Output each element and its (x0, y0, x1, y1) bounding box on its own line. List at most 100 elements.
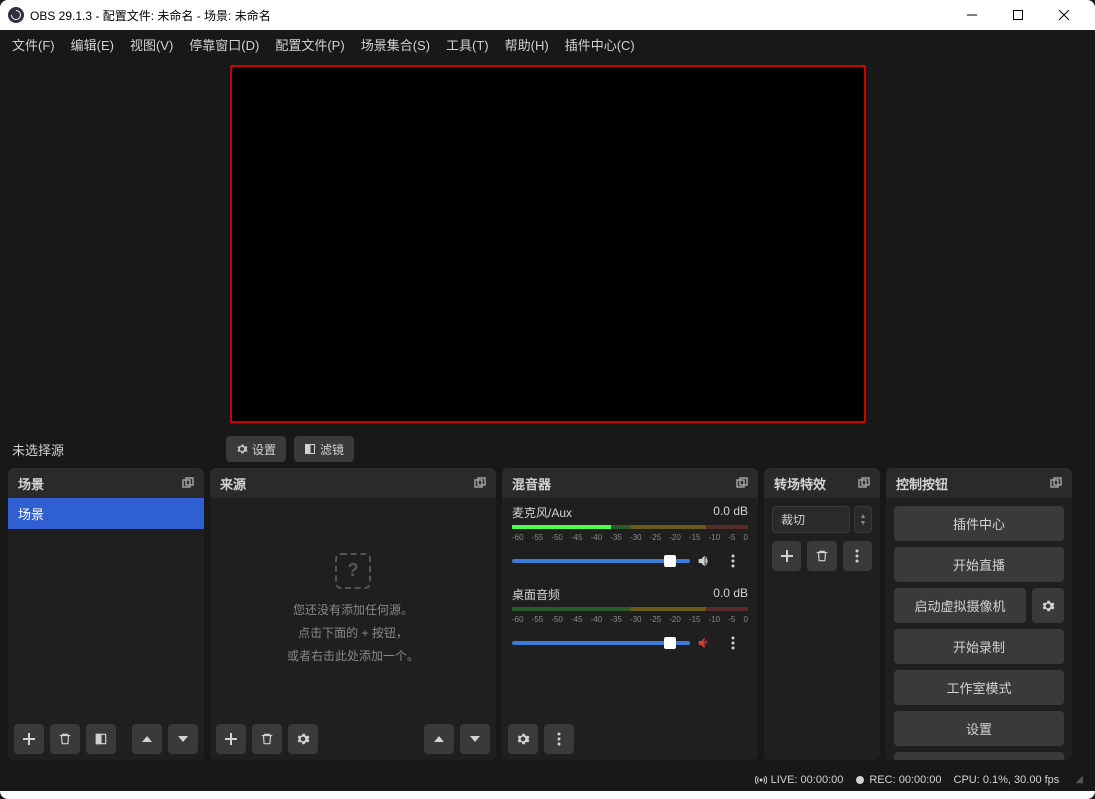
close-button[interactable] (1041, 0, 1087, 30)
menubar: 文件(F) 编辑(E) 视图(V) 停靠窗口(D) 配置文件(P) 场景集合(S… (0, 30, 1095, 58)
record-icon (855, 775, 865, 785)
source-properties-button[interactable] (288, 724, 318, 754)
sources-empty-line3: 或者右击此处添加一个。 (287, 647, 419, 664)
remove-source-button[interactable] (252, 724, 282, 754)
sources-title: 来源 (220, 474, 246, 493)
mixer-channel-menu-button[interactable] (718, 546, 748, 576)
dock-popout-icon[interactable] (1050, 477, 1062, 489)
transitions-dock: 转场特效 裁切 ▲▼ (764, 468, 880, 760)
source-settings-label: 设置 (252, 441, 276, 458)
volume-slider[interactable] (512, 641, 690, 645)
mixer-menu-button[interactable] (544, 724, 574, 754)
menu-view[interactable]: 视图(V) (122, 31, 181, 58)
dock-popout-icon[interactable] (474, 477, 486, 489)
mixer-scale: -60-55-50-45-40-35-30-25-20-15-10-50 (512, 533, 748, 542)
sources-empty-line2: 点击下面的 + 按钮， (298, 624, 408, 641)
obs-window: OBS 29.1.3 - 配置文件: 未命名 - 场景: 未命名 文件(F) 编… (0, 0, 1095, 799)
studio-mode-button[interactable]: 工作室模式 (894, 670, 1064, 705)
start-virtual-cam-button[interactable]: 启动虚拟摄像机 (894, 588, 1026, 623)
sources-empty-line1: 您还没有添加任何源。 (293, 601, 413, 618)
status-cpu: CPU: 0.1%, 30.00 fps (954, 774, 1060, 786)
settings-button[interactable]: 设置 (894, 711, 1064, 746)
scene-item[interactable]: 场景 (8, 498, 204, 529)
add-scene-button[interactable] (14, 724, 44, 754)
speaker-icon[interactable] (696, 553, 712, 569)
resize-grip-icon[interactable]: ◢ (1075, 774, 1083, 785)
transition-properties-button[interactable] (843, 541, 872, 571)
dock-popout-icon[interactable] (736, 477, 748, 489)
statusbar: LIVE: 00:00:00 REC: 00:00:00 CPU: 0.1%, … (0, 768, 1095, 791)
menu-tools[interactable]: 工具(T) (438, 31, 497, 58)
mixer-channel-name: 桌面音频 (512, 586, 560, 603)
scenes-list[interactable]: 场景 (8, 498, 204, 718)
docks-row: 场景 场景 来源 ? (0, 468, 1095, 768)
exit-button[interactable]: 退出 (894, 752, 1064, 760)
speaker-muted-icon[interactable] (696, 635, 712, 651)
maximize-button[interactable] (995, 0, 1041, 30)
source-context-bar: 未选择源 设置 滤镜 (0, 430, 1095, 468)
mixer-settings-button[interactable] (508, 724, 538, 754)
start-record-button[interactable]: 开始录制 (894, 629, 1064, 664)
minimize-button[interactable] (949, 0, 995, 30)
source-move-up-button[interactable] (424, 724, 454, 754)
transition-selected-label: 裁切 (781, 511, 805, 528)
volume-slider[interactable] (512, 559, 690, 563)
mixer-channel-level: 0.0 dB (713, 504, 748, 521)
source-filters-button[interactable]: 滤镜 (294, 436, 354, 462)
broadcast-icon (755, 774, 767, 786)
remove-scene-button[interactable] (50, 724, 80, 754)
add-transition-button[interactable] (772, 541, 801, 571)
plugin-center-button[interactable]: 插件中心 (894, 506, 1064, 541)
sources-header: 来源 (210, 468, 496, 498)
dock-popout-icon[interactable] (858, 477, 870, 489)
controls-title: 控制按钮 (896, 474, 948, 493)
no-source-label: 未选择源 (12, 440, 218, 459)
mixer-title: 混音器 (512, 474, 551, 493)
status-rec: REC: 00:00:00 (855, 774, 941, 786)
source-move-down-button[interactable] (460, 724, 490, 754)
menu-file[interactable]: 文件(F) (4, 31, 63, 58)
scene-move-up-button[interactable] (132, 724, 162, 754)
status-rec-text: REC: 00:00:00 (869, 774, 941, 786)
menu-edit[interactable]: 编辑(E) (63, 31, 122, 58)
menu-plugins[interactable]: 插件中心(C) (557, 31, 643, 58)
mixer-header: 混音器 (502, 468, 758, 498)
mixer-channel-level: 0.0 dB (713, 586, 748, 603)
source-filters-label: 滤镜 (320, 441, 344, 458)
obs-logo-icon (8, 7, 24, 23)
menu-scene-collection[interactable]: 场景集合(S) (353, 31, 438, 58)
source-settings-button[interactable]: 设置 (226, 436, 286, 462)
transitions-header: 转场特效 (764, 468, 880, 498)
virtual-cam-settings-button[interactable] (1032, 588, 1064, 623)
mixer-channel-menu-button[interactable] (718, 628, 748, 658)
add-source-button[interactable] (216, 724, 246, 754)
sources-list[interactable]: ? 您还没有添加任何源。 点击下面的 + 按钮， 或者右击此处添加一个。 (210, 498, 496, 718)
status-live: LIVE: 00:00:00 (755, 774, 844, 786)
mixer-meter (512, 605, 748, 613)
start-stream-button[interactable]: 开始直播 (894, 547, 1064, 582)
menu-profile[interactable]: 配置文件(P) (267, 31, 352, 58)
transitions-body: 裁切 ▲▼ (764, 498, 880, 760)
menu-dock[interactable]: 停靠窗口(D) (181, 31, 267, 58)
controls-body: 插件中心 开始直播 启动虚拟摄像机 开始录制 工作室模式 设置 退出 (886, 498, 1072, 760)
sources-footer (210, 718, 496, 760)
sources-empty-state: ? 您还没有添加任何源。 点击下面的 + 按钮， 或者右击此处添加一个。 (210, 498, 496, 718)
transition-spinner[interactable]: ▲▼ (854, 506, 872, 533)
sources-empty-icon: ? (335, 553, 371, 589)
window-title: OBS 29.1.3 - 配置文件: 未命名 - 场景: 未命名 (30, 7, 949, 24)
transition-select[interactable]: 裁切 (772, 506, 850, 533)
dock-popout-icon[interactable] (182, 477, 194, 489)
remove-transition-button[interactable] (807, 541, 836, 571)
scene-filters-button[interactable] (86, 724, 116, 754)
mixer-scale: -60-55-50-45-40-35-30-25-20-15-10-50 (512, 615, 748, 624)
status-live-text: LIVE: 00:00:00 (771, 774, 844, 786)
preview-area (0, 58, 1095, 430)
mixer-channel-name: 麦克风/Aux (512, 504, 572, 521)
mixer-meter (512, 523, 748, 531)
preview-canvas[interactable] (230, 65, 866, 423)
mixer-body: 麦克风/Aux 0.0 dB -60-55-50-45-40-35-30-25-… (502, 498, 758, 718)
mixer-dock: 混音器 麦克风/Aux 0.0 dB -60-55-50-45-40-35-30… (502, 468, 758, 760)
scenes-header: 场景 (8, 468, 204, 498)
menu-help[interactable]: 帮助(H) (497, 31, 557, 58)
scene-move-down-button[interactable] (168, 724, 198, 754)
